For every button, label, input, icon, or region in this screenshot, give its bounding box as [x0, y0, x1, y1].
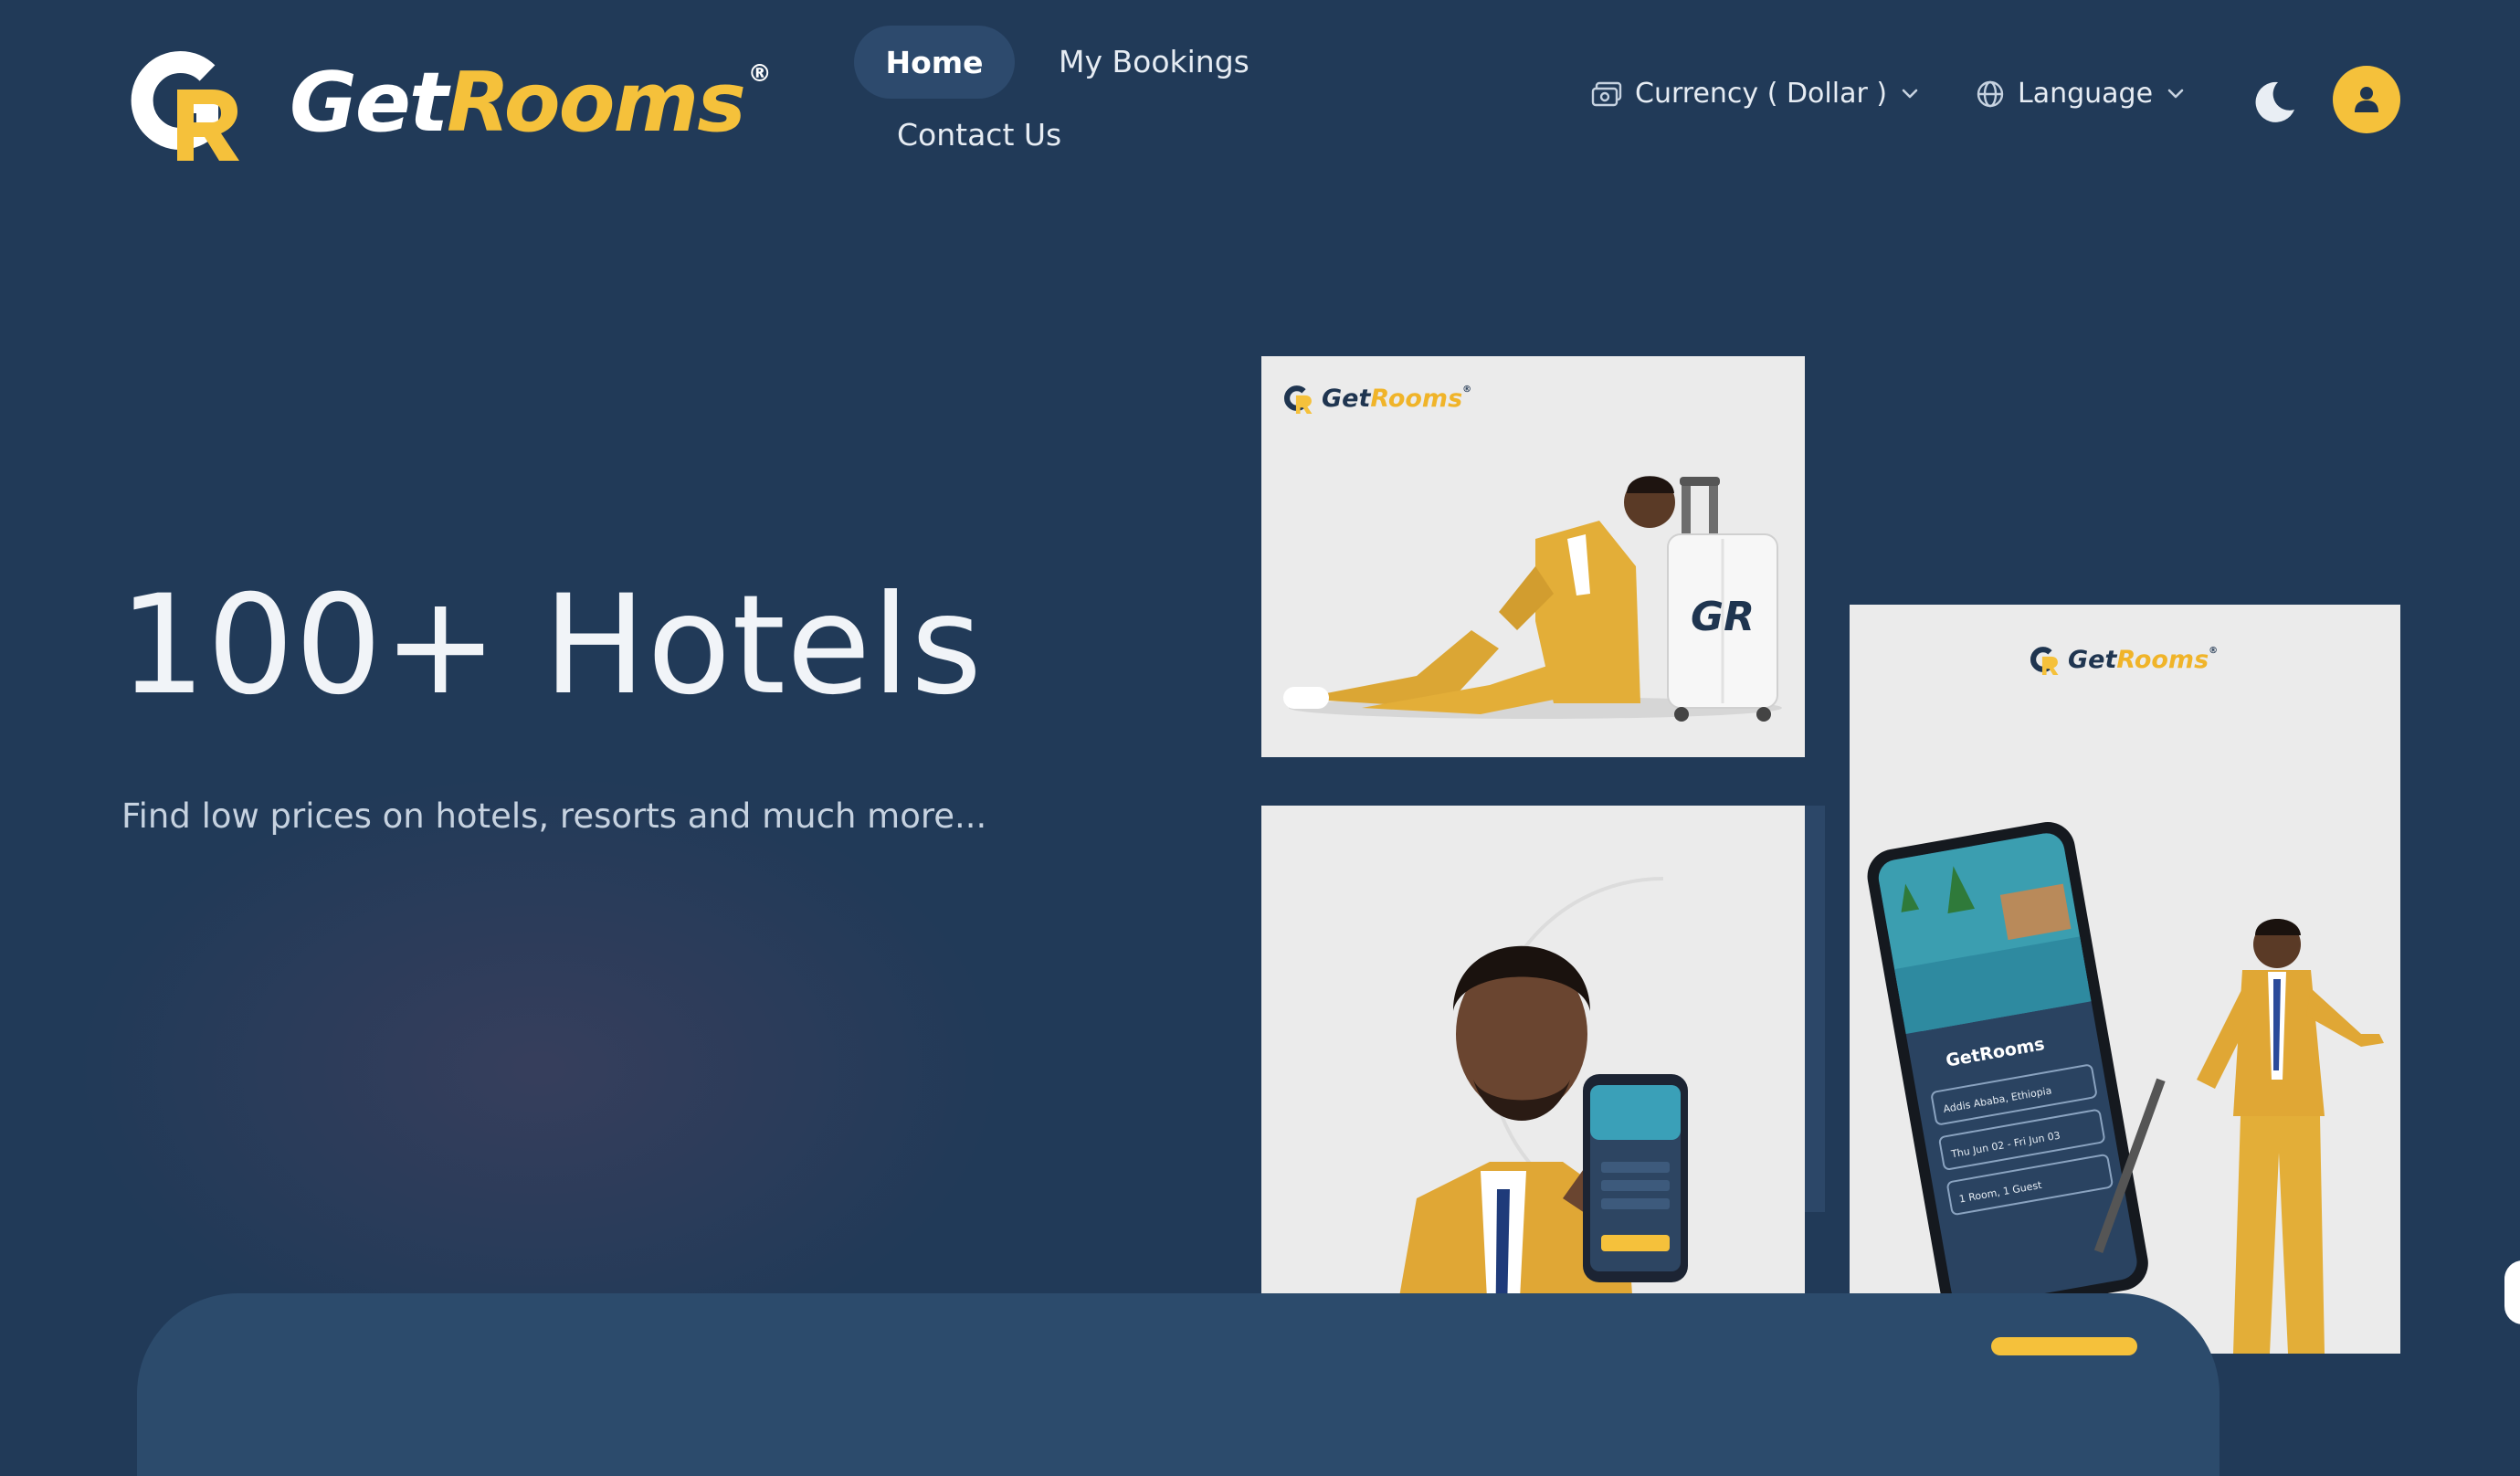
- currency-icon: [1591, 81, 1622, 106]
- promo-image-shadow-edge: [1805, 806, 1825, 1212]
- language-label: Language: [2018, 78, 2154, 110]
- globe-icon: [1977, 80, 2004, 107]
- search-card: [137, 1293, 2219, 1476]
- background-glow: [37, 749, 1041, 1388]
- chevron-down-icon: [1902, 89, 1918, 98]
- promo-image-traveler-suitcase: GetRooms® GR: [1261, 356, 1805, 757]
- man-with-phone-illustration: [1389, 877, 1688, 1354]
- logo-wordmark: GetRooms ®: [290, 55, 772, 151]
- currency-label: Currency ( Dollar ): [1635, 78, 1888, 110]
- traveler-illustration: GR: [1283, 476, 1782, 722]
- chevron-down-icon: [2167, 89, 2184, 98]
- nav-home[interactable]: Home: [854, 26, 1015, 99]
- suitcase-monogram: GR: [1691, 594, 1755, 640]
- hero-subtitle: Find low prices on hotels, resorts and m…: [121, 796, 987, 836]
- search-button[interactable]: [1991, 1337, 2137, 1355]
- promo-image-app-mockup: GetRooms® GetRooms Addis Ababa, Ethiopia…: [1850, 605, 2400, 1354]
- nav-my-bookings[interactable]: My Bookings: [1059, 44, 1249, 79]
- getrooms-logo[interactable]: GetRooms ®: [121, 37, 787, 164]
- floating-widget-button[interactable]: [2504, 1260, 2520, 1324]
- hero-title: 100+ Hotels: [119, 566, 984, 725]
- promo-image-man-with-phone: [1261, 806, 1805, 1354]
- user-icon: [2355, 87, 2378, 112]
- logo-word-rooms: Rooms: [446, 55, 746, 151]
- registered-mark: ®: [747, 60, 772, 88]
- language-dropdown[interactable]: Language: [1976, 78, 2186, 110]
- profile-button[interactable]: [2333, 66, 2400, 133]
- logo-word-get: Get: [290, 55, 448, 151]
- logo-monogram: [131, 51, 239, 161]
- moon-icon[interactable]: [2251, 79, 2298, 126]
- app-mockup-illustration: GetRooms Addis Ababa, Ethiopia Thu Jun 0…: [1867, 822, 2384, 1354]
- nav-contact-us[interactable]: Contact Us: [897, 117, 1061, 153]
- currency-dropdown[interactable]: Currency ( Dollar ): [1591, 78, 1920, 110]
